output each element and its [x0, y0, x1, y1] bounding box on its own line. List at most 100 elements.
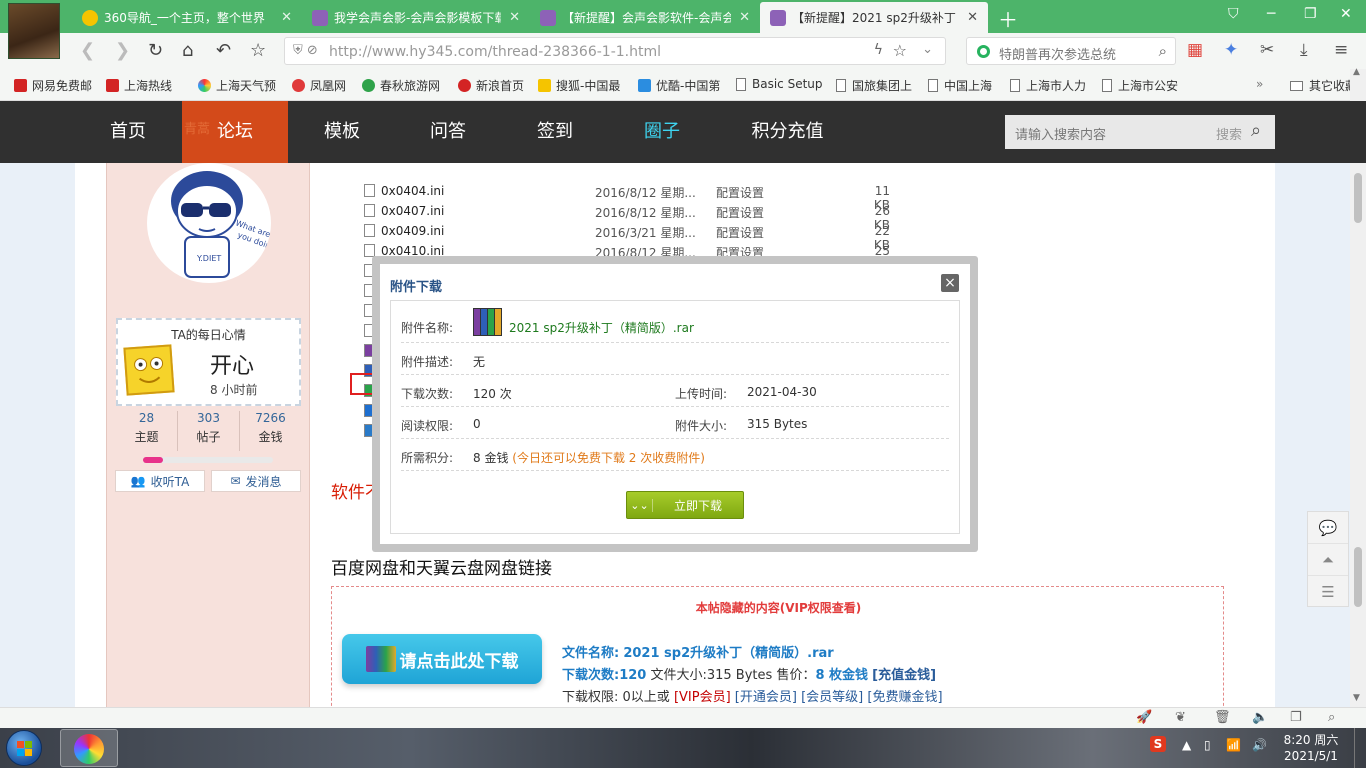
bookmark-item[interactable]: 上海市人力 — [1010, 77, 1086, 94]
bookmark-item[interactable]: 上海天气预 — [198, 77, 276, 94]
tab-360-nav[interactable]: 360导航_一个主页，整个世界 ✕ — [72, 2, 302, 33]
nav-recharge[interactable]: 积分充值 — [740, 101, 835, 163]
scroll-down-icon[interactable]: ▼ — [1353, 693, 1360, 703]
back-to-top-icon[interactable]: ⏶ — [1308, 544, 1348, 576]
network-icon[interactable]: 📶 — [1226, 738, 1241, 752]
device-icon[interactable]: ▯ — [1204, 738, 1211, 752]
menu-icon[interactable]: ≡ — [1334, 40, 1348, 60]
open-membership-link[interactable]: [开通会员] — [735, 690, 797, 705]
send-message-button[interactable]: ✉ 发消息 — [211, 470, 301, 492]
bookmark-item[interactable]: 凤凰网 — [292, 77, 346, 94]
close-tab-icon[interactable]: ✕ — [281, 10, 292, 25]
nav-circle[interactable]: 圈子 — [630, 101, 694, 163]
bookmark-star-icon[interactable]: ☆ — [893, 41, 907, 60]
site-search-label[interactable]: 搜索 — [1216, 124, 1242, 143]
bookmark-item[interactable]: 中国上海 — [928, 77, 992, 94]
scrollbar-thumb-secondary[interactable] — [1354, 547, 1362, 607]
page-scrollbar[interactable]: ▲ ▼ — [1350, 67, 1366, 707]
tab-current-thread[interactable]: 【新提醒】2021 sp2升级补丁（ ✕ — [760, 2, 988, 33]
volume-icon[interactable]: 🔈 — [1252, 710, 1268, 725]
bookmark-item[interactable]: 上海热线 — [106, 77, 172, 94]
tab-title: 360导航_一个主页，整个世界 — [104, 11, 265, 25]
attachment-filename[interactable]: 2021 sp2升级补丁（精简版）.rar — [509, 319, 694, 336]
scroll-up-icon[interactable]: ▲ — [1353, 67, 1360, 77]
vip-link[interactable]: [VIP会员] — [674, 690, 731, 705]
search-suggestion[interactable]: 特朗普再次参选总统 — [999, 44, 1116, 63]
bookmark-item[interactable]: 新浪首页 — [458, 77, 524, 94]
zoom-icon[interactable]: ⌕ — [1328, 710, 1335, 725]
search-icon[interactable]: ⌕ — [1251, 120, 1261, 141]
speaker-icon[interactable]: 🔊 — [1252, 738, 1267, 752]
file-name-link[interactable]: 2021 sp2升级补丁（精简版）.rar — [623, 646, 833, 661]
minimize-icon[interactable]: ─ — [1267, 6, 1275, 22]
rocket-icon[interactable]: 🚀 — [1136, 710, 1152, 725]
url-text[interactable]: http://www.hy345.com/thread-238366-1-1.h… — [329, 44, 661, 60]
bookmark-item[interactable]: 网易免费邮 — [14, 77, 92, 94]
tab-hy345-software[interactable]: 【新提醒】会声会影软件-会声会 ✕ — [530, 2, 760, 33]
leaf-icon[interactable]: ❦ — [1175, 710, 1186, 725]
bookmark-item[interactable]: 春秋旅游网 — [362, 77, 440, 94]
apps-grid-icon[interactable]: ▦ — [1187, 40, 1203, 60]
list-icon[interactable]: ☰ — [1308, 576, 1348, 608]
shirt-skin-icon[interactable]: ⛉ — [1228, 6, 1239, 22]
member-level-link[interactable]: [会员等级] — [801, 690, 863, 705]
author-avatar[interactable]: Y.DIET What are you doing? — [147, 163, 271, 283]
bookmark-item[interactable]: Basic Setup — [736, 77, 823, 91]
browser-search-box[interactable]: 特朗普再次参选总统 ⌕ — [966, 37, 1176, 65]
close-tab-icon[interactable]: ✕ — [509, 10, 520, 25]
earn-money-link[interactable]: [免费赚金钱] — [867, 690, 942, 705]
undo-close-icon[interactable]: ↶ — [216, 40, 231, 61]
security-shield-icon[interactable]: ⛨ ⊘ — [293, 43, 318, 58]
back-icon[interactable]: ❮ — [80, 40, 95, 61]
bookmark-item[interactable]: 国旅集团上 — [836, 77, 912, 94]
speed-mode-icon[interactable]: ϟ — [874, 42, 883, 58]
bookmark-item[interactable]: 优酷-中国第 — [638, 77, 720, 94]
nav-forum[interactable]: 论坛 青蒿 — [182, 101, 288, 163]
nav-templates[interactable]: 模板 — [310, 101, 374, 163]
other-bookmarks[interactable]: 其它收藏 — [1290, 77, 1357, 94]
download-link-button[interactable]: 请点击此处下载 — [342, 634, 542, 684]
scissors-icon[interactable]: ✂ — [1260, 40, 1274, 60]
address-bar[interactable]: ⛨ ⊘ http://www.hy345.com/thread-238366-1… — [284, 37, 946, 65]
download-now-button[interactable]: ⌄⌄ 立即下载 — [626, 491, 744, 519]
site-search[interactable]: 请输入搜索内容 搜索 ⌕ — [1005, 115, 1275, 149]
close-tab-icon[interactable]: ✕ — [739, 10, 750, 25]
download-icon[interactable]: ⤓ — [1300, 40, 1308, 60]
refresh-icon[interactable]: ↻ — [148, 40, 163, 61]
nav-home[interactable]: 首页 — [96, 101, 160, 163]
system-clock[interactable]: 8:20 周六 2021/5/1 — [1278, 732, 1344, 764]
restore-icon[interactable]: ❐ — [1304, 6, 1317, 22]
comment-icon[interactable]: 💬 — [1308, 512, 1348, 544]
extension-icon[interactable]: ✦ — [1224, 40, 1238, 60]
nav-qa[interactable]: 问答 — [416, 101, 480, 163]
scrollbar-thumb[interactable] — [1354, 173, 1362, 223]
window-icon[interactable]: ❐ — [1290, 710, 1302, 725]
stat-topics[interactable]: 28 主题 — [116, 411, 178, 451]
tab-hy345-templates[interactable]: 我学会声会影-会声会影模板下载 ✕ — [302, 2, 530, 33]
stat-money[interactable]: 7266 金钱 — [240, 411, 301, 451]
trash-icon[interactable]: 🗑 — [1214, 710, 1231, 725]
user-profile-photo[interactable] — [8, 3, 60, 59]
tray-expand-icon[interactable]: ▲ — [1182, 738, 1191, 752]
home-icon[interactable]: ⌂ — [182, 40, 193, 61]
taskbar-browser-app[interactable] — [60, 729, 118, 767]
recharge-link[interactable]: [充值金钱] — [872, 668, 936, 683]
chevron-down-icon[interactable]: ⌄ — [922, 42, 933, 57]
close-tab-icon[interactable]: ✕ — [967, 10, 978, 25]
sogou-input-icon[interactable]: S — [1150, 736, 1166, 752]
search-icon[interactable]: ⌕ — [1159, 42, 1167, 60]
new-tab-icon[interactable]: ＋ — [998, 4, 1018, 33]
forward-icon[interactable]: ❯ — [115, 40, 130, 61]
close-window-icon[interactable]: ✕ — [1340, 6, 1352, 22]
close-icon[interactable]: × — [941, 274, 959, 292]
site-search-input[interactable]: 请输入搜索内容 — [1015, 124, 1106, 143]
nav-checkin[interactable]: 签到 — [523, 101, 587, 163]
stat-posts[interactable]: 303 帖子 — [178, 411, 240, 451]
start-button[interactable] — [6, 730, 42, 766]
show-desktop-button[interactable] — [1354, 728, 1366, 768]
favorite-star-icon[interactable]: ☆ — [250, 40, 266, 61]
bookmark-item[interactable]: 搜狐-中国最 — [538, 77, 620, 94]
more-bookmarks-icon[interactable]: » — [1256, 77, 1263, 91]
follow-button[interactable]: 👥 收听TA — [115, 470, 205, 492]
bookmark-item[interactable]: 上海市公安 — [1102, 77, 1178, 94]
